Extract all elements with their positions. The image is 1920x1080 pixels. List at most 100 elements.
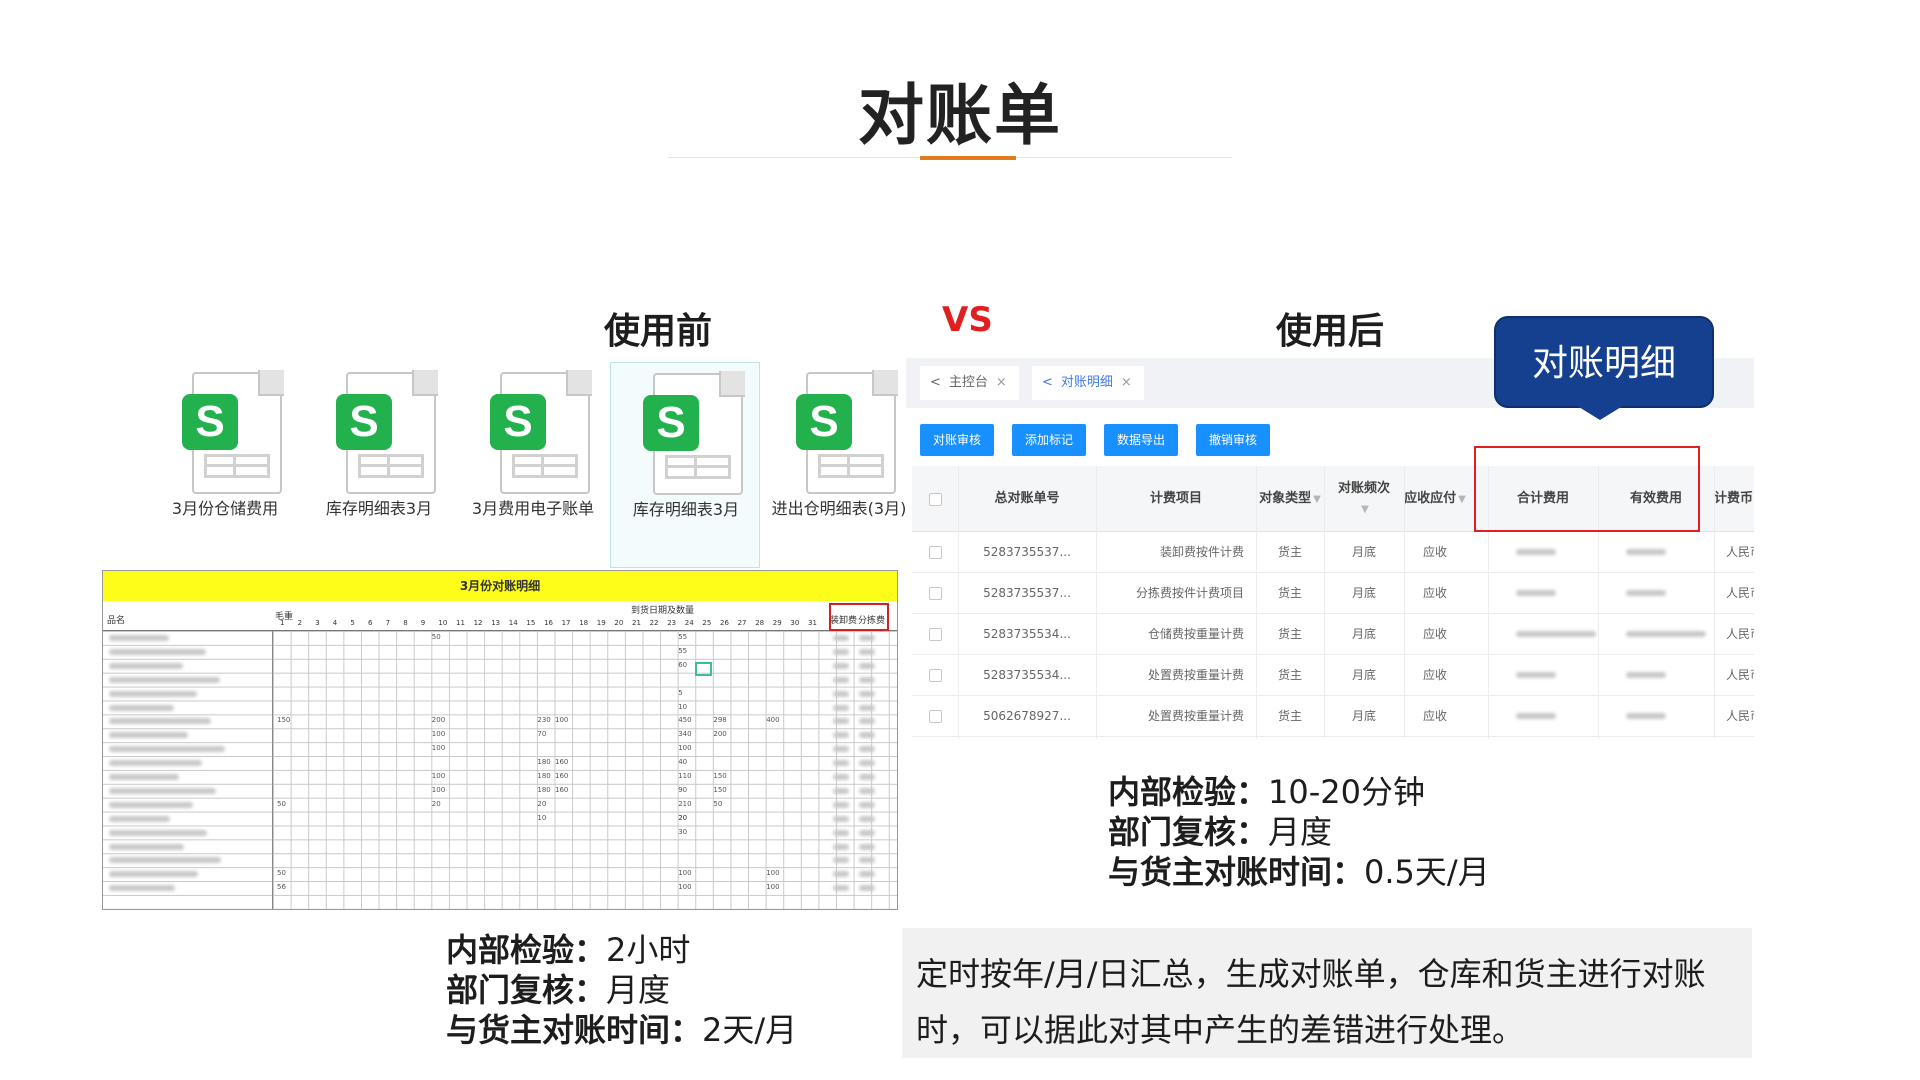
col-object-type[interactable]: 对象类型 ▼ bbox=[1256, 466, 1324, 532]
sheet-value-cell: 150 bbox=[277, 716, 291, 725]
row-checkbox[interactable] bbox=[928, 710, 942, 723]
col-statement-no[interactable]: 总对账单号 bbox=[958, 466, 1096, 532]
file-item[interactable]: S 3月份仓储费用 bbox=[150, 362, 300, 568]
blurred-fee-value bbox=[833, 843, 849, 850]
row-checkbox[interactable] bbox=[928, 628, 942, 641]
file-item-selected[interactable]: S 库存明细表3月 bbox=[610, 362, 760, 568]
row-checkbox[interactable] bbox=[928, 669, 942, 682]
filter-icon[interactable]: ▼ bbox=[1361, 504, 1369, 515]
system-screenshot: < 主控台 × < 对账明细 × 对账审核 添加标记 数据导出 撤销审核 总对账单号 计… bbox=[906, 358, 1754, 740]
table-row[interactable]: 5062678927... 处置费按重量计费 货主 月底 应收 人民币 bbox=[912, 696, 1754, 737]
blurred-fee-value bbox=[833, 718, 849, 725]
sheet-value-cell: 55 bbox=[678, 646, 688, 655]
file-list: S 3月份仓储费用 S 库存明细表3月 S 3月费用电子账单 S 库存明细表3月… bbox=[150, 362, 906, 568]
blurred-fee-cell bbox=[1488, 696, 1598, 737]
cell-item: 分拣费按件计费项目 bbox=[1135, 586, 1244, 600]
blurred-fee-value bbox=[833, 815, 849, 822]
stat-key: 与货主对账时间： bbox=[1108, 853, 1365, 891]
sheet-value-cell: 180 bbox=[537, 785, 551, 794]
blurred-fee-value bbox=[833, 774, 849, 780]
blurred-product-name bbox=[109, 648, 206, 655]
col-receivable-payable[interactable]: 应收应付 ▼ bbox=[1404, 466, 1466, 532]
sheet-day-label: 13 bbox=[491, 619, 501, 627]
sheet-value-cell: 100 bbox=[431, 730, 446, 739]
cell-dir: 应收 bbox=[1422, 709, 1447, 723]
row-checkbox-cell bbox=[912, 614, 958, 655]
tab-dashboard[interactable]: < 主控台 × bbox=[920, 366, 1019, 400]
sheet-day-label: 28 bbox=[755, 619, 765, 627]
table-row[interactable]: 5283735537... 分拣费按件计费项目 货主 月底 应收 人民币 bbox=[912, 573, 1754, 614]
blurred-fee-value bbox=[833, 829, 849, 836]
sheet-value-cell: 200 bbox=[713, 730, 727, 739]
filter-icon[interactable]: ▼ bbox=[1458, 494, 1466, 505]
cell-freq: 月底 bbox=[1351, 627, 1376, 641]
row-checkbox[interactable] bbox=[928, 546, 942, 559]
file-item[interactable]: S 进出仓明细表(3月) bbox=[764, 362, 914, 568]
blurred-fee-value bbox=[859, 843, 875, 850]
blurred-fee-value bbox=[1626, 590, 1666, 596]
select-all-checkbox[interactable] bbox=[928, 492, 942, 506]
col-currency[interactable]: 计费币 bbox=[1714, 466, 1754, 532]
sheet-value-cell: 180 bbox=[537, 772, 551, 780]
sheet-value-cell: 20 bbox=[678, 813, 688, 822]
revoke-audit-button[interactable]: 撤销审核 bbox=[1196, 424, 1271, 456]
sheet-day-label: 24 bbox=[684, 619, 694, 627]
blurred-fee-value bbox=[1516, 590, 1556, 596]
spreadsheet-file-icon: S bbox=[336, 370, 438, 494]
selected-cell[interactable] bbox=[695, 662, 712, 676]
col-billing-item[interactable]: 计费项目 bbox=[1096, 466, 1256, 532]
blurred-fee-value bbox=[859, 718, 875, 725]
filter-icon[interactable]: ▼ bbox=[1313, 494, 1321, 505]
file-item[interactable]: S 3月费用电子账单 bbox=[458, 362, 608, 568]
blurred-fee-value bbox=[1626, 631, 1706, 637]
sheet-value-cell: 100 bbox=[431, 772, 446, 780]
cell-type: 货主 bbox=[1277, 709, 1302, 723]
stat-value: 0.5天/月 bbox=[1364, 853, 1490, 891]
cell-id: 5283735537... bbox=[983, 545, 1071, 559]
fee-columns-highlight bbox=[1474, 446, 1700, 532]
cell-id: 5283735534... bbox=[983, 627, 1071, 641]
export-data-button[interactable]: 数据导出 bbox=[1104, 424, 1179, 456]
sheet-value-cell: 100 bbox=[678, 883, 692, 892]
table-row[interactable]: 5283735534... 仓储费按重量计费 货主 月底 应收 人民币 bbox=[912, 614, 1754, 655]
close-icon[interactable]: × bbox=[1121, 375, 1132, 390]
blurred-fee-cell bbox=[1598, 573, 1714, 614]
cell-freq: 月底 bbox=[1351, 545, 1376, 559]
blurred-fee-value bbox=[833, 857, 849, 864]
sheet-day-label: 6 bbox=[368, 619, 373, 627]
blurred-fee-value bbox=[833, 801, 849, 808]
cell-item: 仓储费按重量计费 bbox=[1147, 627, 1244, 641]
tab-reconciliation-detail[interactable]: < 对账明细 × bbox=[1032, 366, 1144, 400]
column-divider bbox=[1096, 466, 1097, 739]
title-accent-bar bbox=[920, 156, 1016, 160]
file-item[interactable]: S 库存明细表3月 bbox=[304, 362, 454, 568]
sheet-day-label: 4 bbox=[332, 619, 338, 627]
blurred-fee-value bbox=[833, 787, 849, 794]
col-label: 应收应付 bbox=[1404, 490, 1457, 506]
blurred-fee-value bbox=[859, 662, 875, 669]
audit-button[interactable]: 对账审核 bbox=[920, 424, 995, 456]
row-checkbox[interactable] bbox=[928, 587, 942, 600]
sheet-day-label: 30 bbox=[790, 619, 800, 627]
add-mark-button[interactable]: 添加标记 bbox=[1012, 424, 1087, 456]
blurred-fee-cell bbox=[1488, 614, 1598, 655]
sheet-value-cell: 450 bbox=[678, 716, 692, 725]
sheet-day-label: 27 bbox=[737, 619, 747, 627]
blurred-fee-cell bbox=[1488, 532, 1598, 573]
table-row[interactable]: 5283735534... 处置费按重量计费 货主 月底 应收 人民币 bbox=[912, 655, 1754, 696]
fee-columns-highlight bbox=[829, 603, 889, 631]
sheet-value-cell: 160 bbox=[555, 758, 569, 767]
col-frequency[interactable]: 对账频次 ▼ bbox=[1324, 466, 1404, 532]
blurred-product-name bbox=[109, 718, 211, 725]
blurred-fee-value bbox=[859, 815, 875, 822]
blurred-fee-value bbox=[859, 648, 875, 655]
column-divider bbox=[1324, 466, 1325, 739]
spreadsheet-file-icon: S bbox=[643, 371, 745, 495]
sheet-day-label: 22 bbox=[649, 619, 659, 627]
sheet-title: 3月份对账明细 bbox=[103, 571, 897, 601]
blurred-fee-value bbox=[833, 746, 849, 753]
table-row[interactable]: 5283735537... 装卸费按件计费 货主 月底 应收 人民币 bbox=[912, 532, 1754, 573]
file-name: 进出仓明细表(3月) bbox=[771, 499, 907, 518]
blurred-fee-cell bbox=[1598, 532, 1714, 573]
close-icon[interactable]: × bbox=[996, 375, 1007, 390]
